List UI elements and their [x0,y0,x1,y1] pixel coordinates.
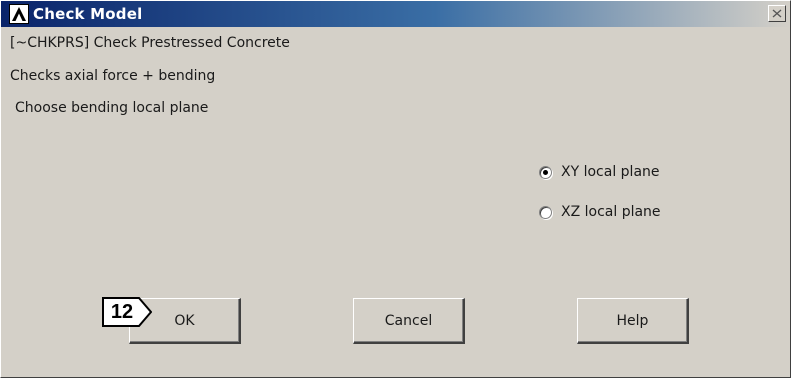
prompt-label: Choose bending local plane [15,100,209,116]
command-label: [~CHKPRS] Check Prestressed Concrete [10,35,290,51]
radio-label-xz: XZ local plane [561,204,661,220]
radio-button-selected[interactable] [539,165,552,179]
radio-label-xy: XY local plane [561,164,660,180]
window-title: Check Model [33,5,143,23]
check-model-dialog: Check Model [~CHKPRS] Check Prestressed … [0,0,791,378]
help-button[interactable]: Help [577,298,689,344]
title-bar[interactable]: Check Model [1,1,790,27]
description-label: Checks axial force + bending [10,68,216,84]
ansys-logo-icon [9,4,29,24]
close-icon [772,9,782,18]
radio-xy-local-plane[interactable]: XY local plane [539,164,660,180]
radio-button-unselected[interactable] [539,205,552,219]
close-button[interactable] [768,5,786,22]
step-number-label: 12 [110,300,134,323]
radio-xz-local-plane[interactable]: XZ local plane [539,204,661,220]
cancel-button[interactable]: Cancel [353,298,465,344]
